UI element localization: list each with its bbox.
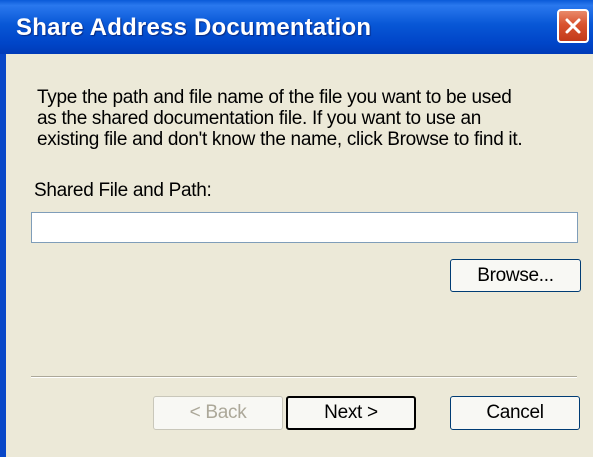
next-button[interactable]: Next >: [286, 396, 416, 430]
browse-button[interactable]: Browse...: [450, 259, 581, 292]
close-button[interactable]: [557, 9, 589, 43]
share-address-documentation-dialog: Share Address Documentation Type the pat…: [0, 0, 593, 457]
window-title: Share Address Documentation: [16, 14, 372, 41]
shared-file-path-input[interactable]: [31, 212, 578, 243]
window-frame-left: [0, 54, 6, 457]
close-icon: [565, 18, 581, 34]
instructions-text: Type the path and file name of the file …: [37, 87, 523, 150]
shared-file-path-label: Shared File and Path:: [34, 180, 212, 201]
title-bar[interactable]: Share Address Documentation: [0, 0, 593, 54]
back-button[interactable]: < Back: [153, 396, 283, 430]
cancel-button[interactable]: Cancel: [450, 396, 580, 430]
separator-line: [31, 376, 577, 378]
